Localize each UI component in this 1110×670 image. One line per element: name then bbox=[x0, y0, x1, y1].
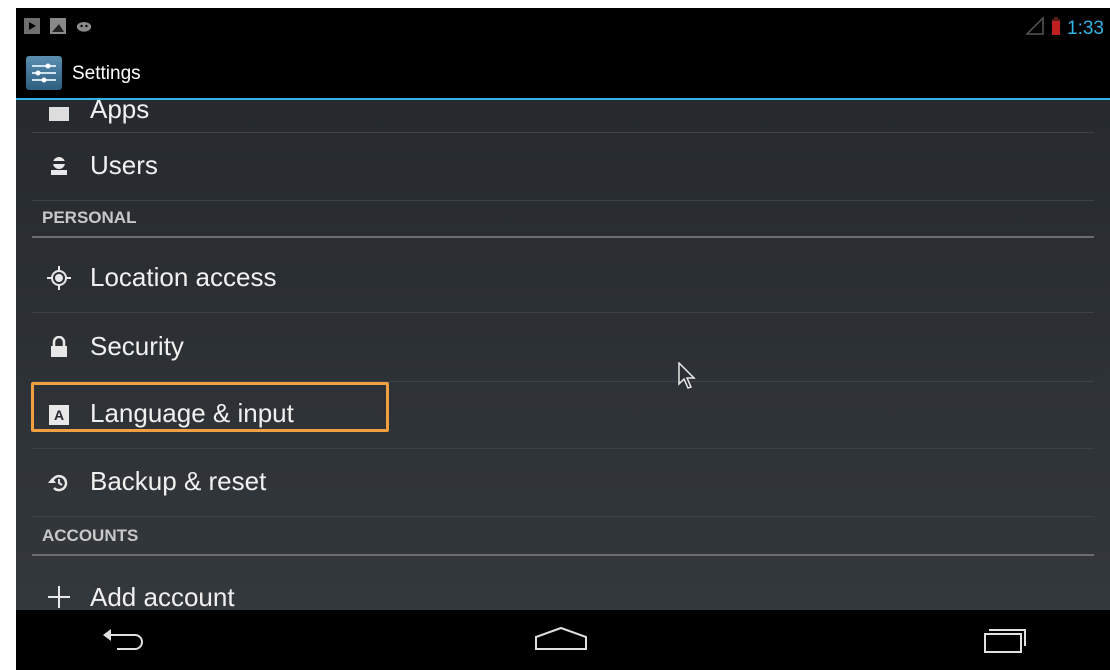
settings-item-label: Location access bbox=[90, 262, 277, 292]
back-button[interactable] bbox=[94, 624, 154, 658]
settings-item-label: Add account bbox=[90, 582, 235, 610]
settings-item-add-account[interactable]: Add account bbox=[32, 562, 1094, 610]
system-status: 1:33 bbox=[1025, 16, 1104, 41]
section-header-personal: PERSONAL bbox=[32, 202, 1094, 238]
back-icon bbox=[99, 625, 149, 658]
clock: 1:33 bbox=[1067, 17, 1104, 39]
settings-item-label: Apps bbox=[90, 100, 150, 124]
apps-icon bbox=[46, 100, 72, 124]
page-title: Settings bbox=[72, 63, 141, 84]
section-header-accounts: ACCOUNTS bbox=[32, 520, 1094, 556]
settings-list[interactable]: Apps Users PERSONAL Location access Secu… bbox=[16, 100, 1110, 610]
user-icon bbox=[46, 153, 72, 179]
settings-item-label: Security bbox=[90, 331, 184, 361]
home-icon bbox=[533, 625, 589, 658]
highlight-box bbox=[31, 382, 389, 432]
navigation-bar bbox=[16, 610, 1110, 670]
mouse-cursor-icon bbox=[678, 361, 698, 395]
settings-item-label: Users bbox=[90, 150, 158, 180]
backup-icon bbox=[46, 470, 72, 496]
notification-icons bbox=[24, 18, 92, 34]
recent-apps-icon bbox=[979, 624, 1029, 659]
settings-item-apps[interactable]: Apps bbox=[32, 100, 1094, 133]
settings-item-security[interactable]: Security bbox=[32, 313, 1094, 382]
status-bar: 1:33 bbox=[16, 8, 1110, 48]
settings-app-icon[interactable] bbox=[26, 56, 62, 90]
settings-item-backup-reset[interactable]: Backup & reset bbox=[32, 450, 1094, 517]
home-button[interactable] bbox=[531, 624, 591, 658]
device-screen: 1:33 Settings Apps Users PERSONAL Locati… bbox=[16, 8, 1110, 670]
plus-icon bbox=[46, 584, 72, 610]
battery-low-icon bbox=[1051, 16, 1061, 41]
section-header-label: PERSONAL bbox=[42, 208, 137, 227]
android-debug-icon bbox=[76, 18, 92, 34]
lock-icon bbox=[46, 334, 72, 360]
location-icon bbox=[46, 265, 72, 291]
recent-apps-button[interactable] bbox=[974, 624, 1034, 658]
play-store-icon bbox=[24, 18, 40, 34]
settings-item-label: Backup & reset bbox=[90, 466, 267, 496]
settings-item-location-access[interactable]: Location access bbox=[32, 244, 1094, 313]
section-header-label: ACCOUNTS bbox=[42, 526, 139, 545]
settings-item-users[interactable]: Users bbox=[32, 132, 1094, 201]
screenshot-icon bbox=[50, 18, 66, 34]
action-bar: Settings bbox=[16, 48, 1110, 100]
signal-icon bbox=[1025, 16, 1045, 41]
